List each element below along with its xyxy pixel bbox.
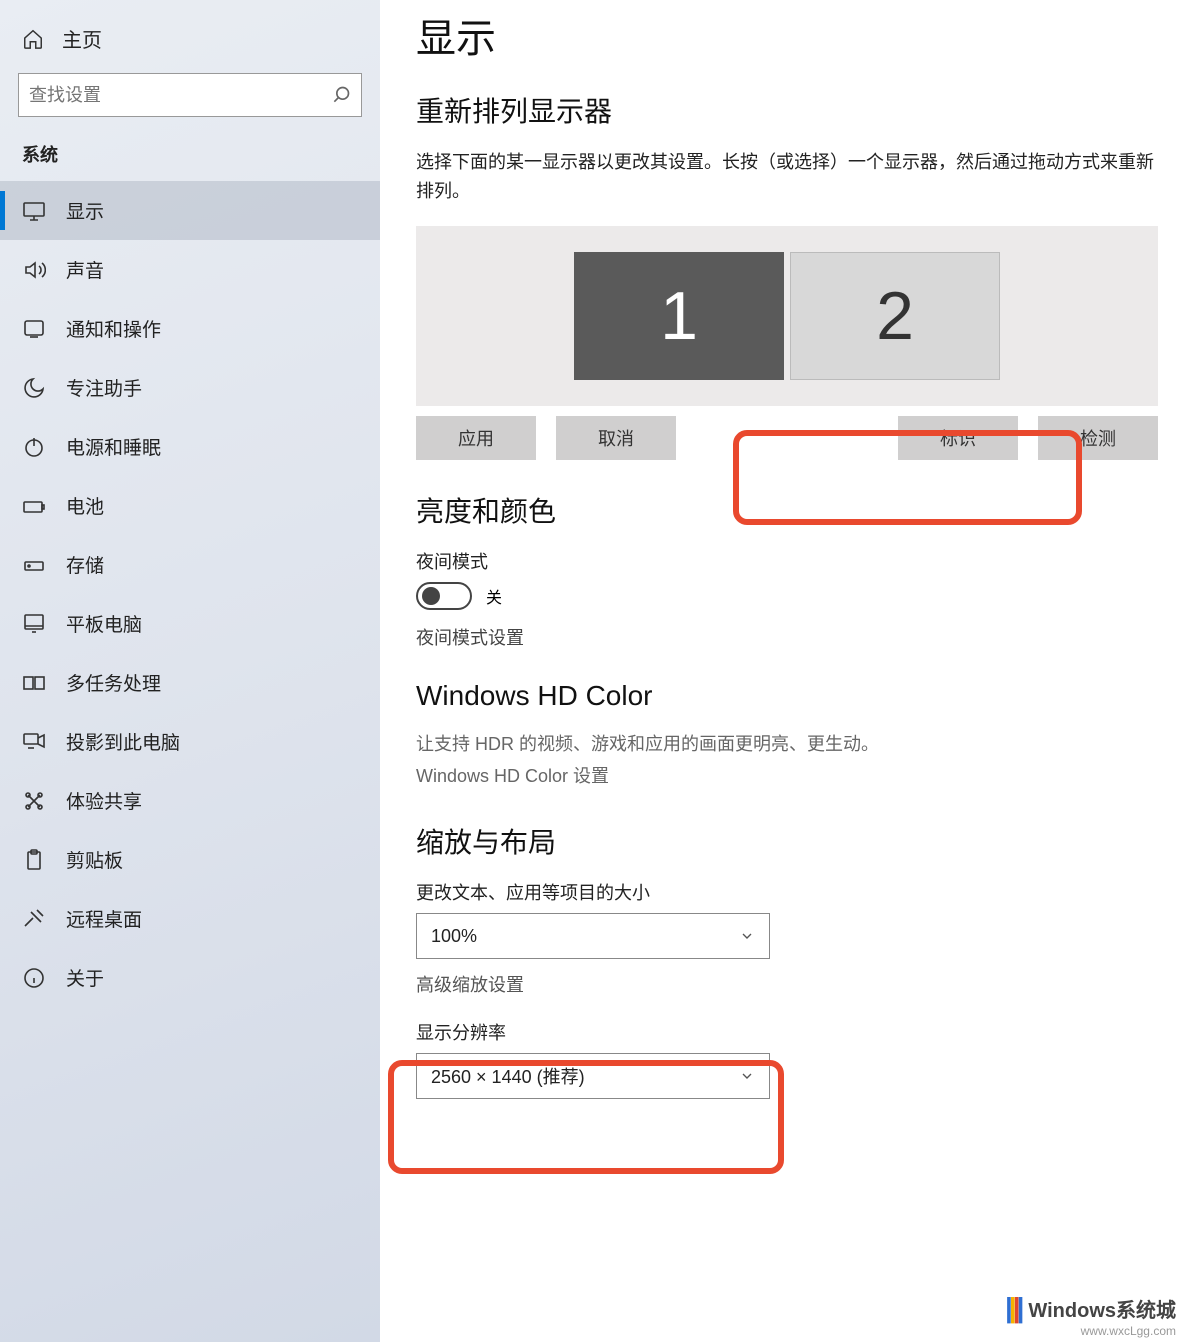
rearrange-heading: 重新排列显示器 [416,90,1158,130]
battery-icon [22,494,46,518]
sidebar-item-display[interactable]: 显示 [0,181,380,240]
identify-button[interactable]: 标识 [898,416,1018,460]
sidebar-item-battery[interactable]: 电池 [0,476,380,535]
about-icon [22,966,46,990]
sidebar-item-label: 平板电脑 [66,610,142,637]
sidebar-item-label: 远程桌面 [66,905,142,932]
night-label: 夜间模式 [416,548,1158,574]
scale-heading: 缩放与布局 [416,821,1158,861]
home-label: 主页 [62,24,102,53]
rearrange-desc: 选择下面的某一显示器以更改其设置。长按（或选择）一个显示器，然后通过拖动方式来重… [416,148,1158,206]
apply-button[interactable]: 应用 [416,416,536,460]
home-icon [22,28,44,50]
shared-icon [22,789,46,813]
monitor-1[interactable]: 1 [574,252,784,380]
sidebar-item-tablet[interactable]: 平板电脑 [0,594,380,653]
monitor-2[interactable]: 2 [790,252,1000,380]
power-icon [22,435,46,459]
sidebar-item-label: 投影到此电脑 [66,728,180,755]
clipboard-icon [22,848,46,872]
display-icon [22,199,46,223]
sidebar-item-notifications[interactable]: 通知和操作 [0,299,380,358]
sidebar-item-multitask[interactable]: 多任务处理 [0,653,380,712]
sidebar-section-title: 系统 [0,141,380,181]
search-input-wrapper[interactable] [18,73,362,117]
text-size-label: 更改文本、应用等项目的大小 [416,879,1158,905]
sidebar-item-focus[interactable]: 专注助手 [0,358,380,417]
sidebar-item-label: 体验共享 [66,787,142,814]
cancel-button[interactable]: 取消 [556,416,676,460]
remote-icon [22,907,46,931]
sidebar-item-label: 存储 [66,551,104,578]
watermark: |||| Windows系统城 www.wxcLgg.com [1005,1292,1176,1324]
search-input[interactable] [29,85,331,106]
brightness-heading: 亮度和颜色 [416,490,1158,530]
hdcolor-link[interactable]: Windows HD Color 设置 [416,762,1158,791]
detect-button[interactable]: 检测 [1038,416,1158,460]
notifications-icon [22,317,46,341]
sidebar-item-project[interactable]: 投影到此电脑 [0,712,380,771]
sidebar-item-power[interactable]: 电源和睡眠 [0,417,380,476]
text-size-select[interactable]: 100% [416,913,770,959]
multitask-icon [22,671,46,695]
sidebar-item-label: 多任务处理 [66,669,161,696]
sidebar-item-label: 声音 [66,256,104,283]
sidebar-item-label: 关于 [66,964,104,991]
resolution-label: 显示分辨率 [416,1019,1158,1045]
sidebar-item-sound[interactable]: 声音 [0,240,380,299]
hdcolor-heading: Windows HD Color [416,680,1158,712]
sidebar-item-remote[interactable]: 远程桌面 [0,889,380,948]
chevron-down-icon [739,1068,755,1084]
sidebar-item-label: 电池 [66,492,104,519]
sidebar-item-label: 显示 [66,197,104,224]
sidebar-item-label: 专注助手 [66,374,142,401]
search-icon [331,85,351,105]
page-title: 显示 [416,6,1158,64]
monitor-arrange-area[interactable]: 1 2 [416,226,1158,406]
sidebar-item-label: 通知和操作 [66,315,161,342]
adv-scaling-link[interactable]: 高级缩放设置 [416,971,1158,997]
night-state: 关 [486,584,502,608]
sound-icon [22,258,46,282]
resolution-select[interactable]: 2560 × 1440 (推荐) [416,1053,770,1099]
sidebar-item-clipboard[interactable]: 剪贴板 [0,830,380,889]
night-settings-link[interactable]: 夜间模式设置 [416,624,1158,650]
sidebar-item-label: 电源和睡眠 [66,433,161,460]
night-toggle[interactable] [416,582,472,610]
chevron-down-icon [739,928,755,944]
sidebar-item-about[interactable]: 关于 [0,948,380,1007]
sidebar-item-storage[interactable]: 存储 [0,535,380,594]
project-icon [22,730,46,754]
focus-icon [22,376,46,400]
sidebar-item-label: 剪贴板 [66,846,123,873]
sidebar-item-shared[interactable]: 体验共享 [0,771,380,830]
hdcolor-desc: 让支持 HDR 的视频、游戏和应用的画面更明亮、更生动。 [416,730,1158,759]
home-link[interactable]: 主页 [0,18,380,67]
storage-icon [22,553,46,577]
tablet-icon [22,612,46,636]
